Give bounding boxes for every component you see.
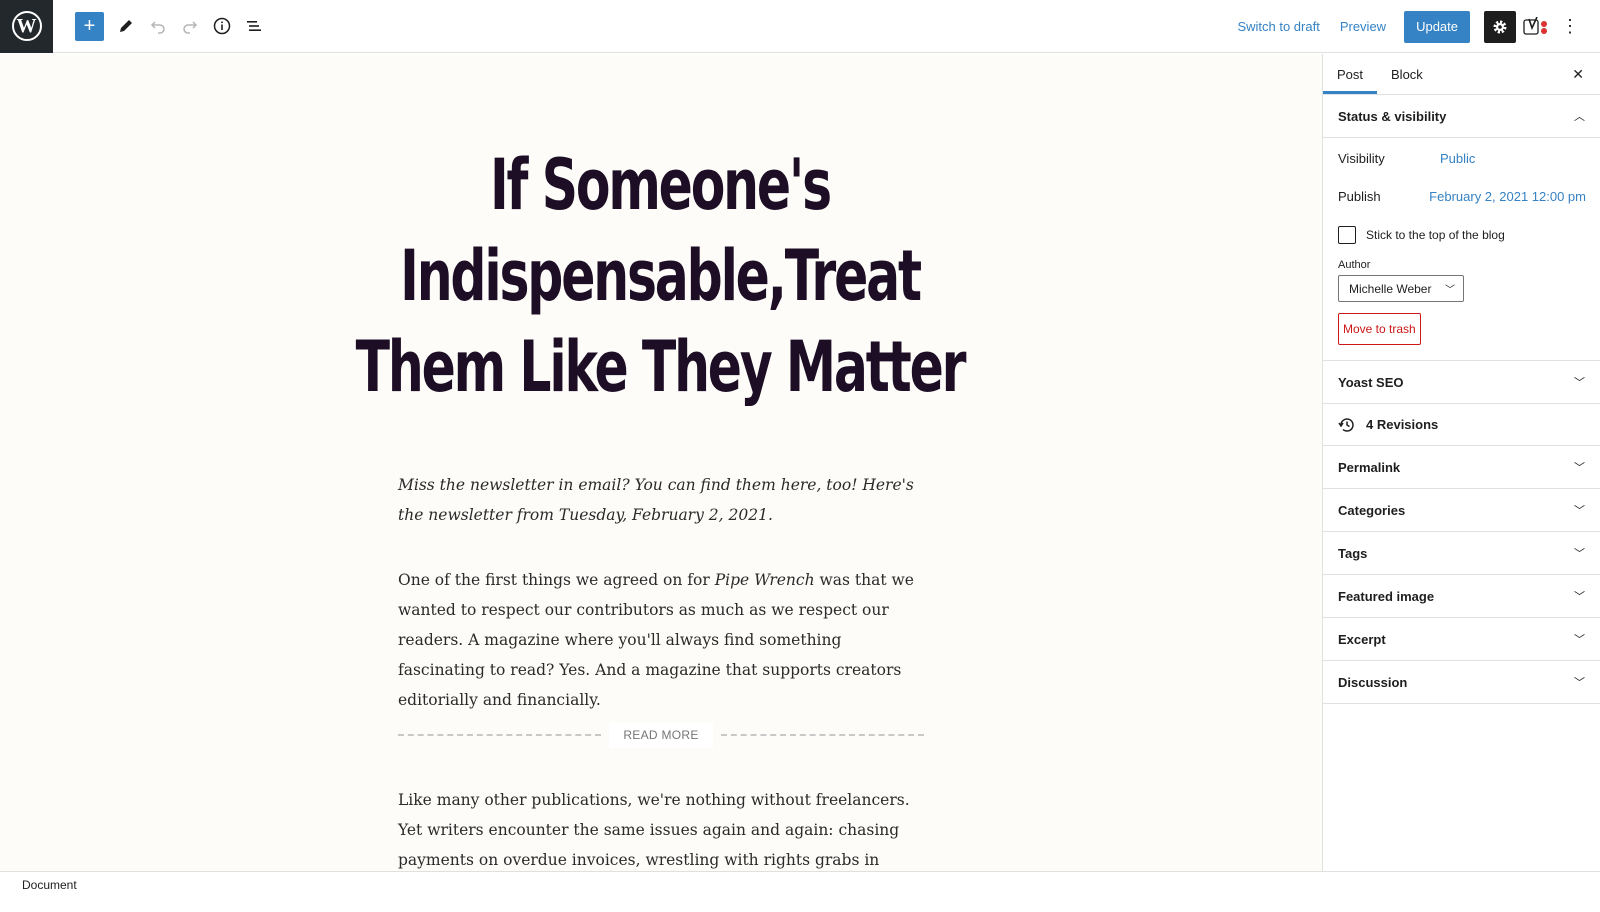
- publication-name: Pipe Wrench: [714, 571, 815, 589]
- publish-date[interactable]: February 2, 2021 12:00 pm: [1429, 189, 1586, 204]
- visibility-row: Visibility Public: [1338, 151, 1586, 166]
- paragraph-one-text: One of the first things we agreed on for: [398, 571, 715, 589]
- paragraph-one-text-end: was that we wanted to respect our contri…: [398, 571, 914, 709]
- sticky-checkbox[interactable]: [1338, 226, 1356, 244]
- undo-icon: [150, 21, 165, 34]
- sidebar-tabs: Post Block ✕: [1323, 54, 1600, 95]
- breadcrumb-document[interactable]: Document: [22, 878, 77, 892]
- paragraph-intro[interactable]: Miss the newsletter in email? You can fi…: [398, 470, 928, 530]
- status-visibility-panel: Visibility Public Publish February 2, 20…: [1323, 138, 1600, 361]
- undo-button[interactable]: [142, 10, 174, 42]
- options-button[interactable]: ⋮: [1554, 11, 1586, 43]
- discussion-panel-toggle[interactable]: Discussion ﹀: [1323, 661, 1600, 704]
- add-block-button[interactable]: +: [75, 11, 104, 41]
- permalink-panel-toggle[interactable]: Permalink ﹀: [1323, 446, 1600, 489]
- panel-title: Discussion: [1338, 674, 1408, 690]
- read-more-label[interactable]: READ MORE: [609, 722, 713, 748]
- wordpress-logo-icon: W: [11, 11, 42, 41]
- featured-image-panel-toggle[interactable]: Featured image ﹀: [1323, 575, 1600, 618]
- block-breadcrumb-bar: Document: [0, 871, 1600, 912]
- divider: [720, 734, 924, 736]
- history-icon: [1338, 417, 1354, 432]
- chevron-down-icon: ﹀: [1574, 677, 1585, 689]
- switch-to-draft-button[interactable]: Switch to draft: [1227, 19, 1329, 34]
- post-title[interactable]: If Someone's Indispensable,Treat Them Li…: [350, 140, 969, 413]
- details-button[interactable]: [206, 10, 238, 42]
- categories-panel-toggle[interactable]: Categories ﹀: [1323, 489, 1600, 532]
- panel-title: Categories: [1338, 502, 1406, 518]
- redo-button[interactable]: [174, 10, 206, 42]
- gear-icon: [1493, 20, 1507, 33]
- close-icon[interactable]: ✕: [1572, 66, 1584, 83]
- settings-button[interactable]: [1484, 10, 1516, 43]
- info-icon: [213, 17, 231, 35]
- revisions-link[interactable]: 4 Revisions: [1323, 404, 1600, 446]
- list-view-button[interactable]: [238, 10, 270, 42]
- panel-title: Excerpt: [1338, 631, 1386, 647]
- revisions-label: 4 Revisions: [1366, 417, 1439, 432]
- tags-panel-toggle[interactable]: Tags ﹀: [1323, 532, 1600, 575]
- chevron-up-icon: ︿: [1574, 111, 1585, 123]
- sticky-label[interactable]: Stick to the top of the blog: [1366, 228, 1505, 242]
- paragraph-one[interactable]: One of the first things we agreed on for…: [398, 565, 928, 715]
- excerpt-panel-toggle[interactable]: Excerpt ﹀: [1323, 618, 1600, 661]
- paragraph-two[interactable]: Like many other publications, we're noth…: [398, 785, 928, 871]
- toolbar-actions: Switch to draft Preview Update ⋮: [1227, 0, 1600, 53]
- tab-post[interactable]: Post: [1323, 54, 1378, 94]
- yoast-button[interactable]: [1520, 11, 1552, 43]
- yoast-seo-panel-toggle[interactable]: Yoast SEO ﹀: [1323, 361, 1600, 404]
- pencil-icon: [120, 20, 132, 32]
- chevron-down-icon: ﹀: [1574, 462, 1585, 474]
- panel-title: Featured image: [1338, 588, 1435, 604]
- editor-toolbar: W + Switch to draft Preview Update ⋮: [0, 0, 1600, 53]
- sticky-row: Stick to the top of the blog: [1338, 226, 1505, 244]
- move-to-trash-button[interactable]: Move to trash: [1338, 313, 1421, 345]
- panel-title: Yoast SEO: [1338, 374, 1404, 390]
- read-more-block[interactable]: READ MORE: [398, 720, 924, 750]
- publish-label: Publish: [1338, 189, 1381, 204]
- tools-button[interactable]: [110, 10, 142, 42]
- author-select[interactable]: Michelle Weber ﹀: [1338, 275, 1464, 302]
- status-visibility-panel-toggle[interactable]: Status & visibility ︿: [1323, 95, 1600, 138]
- update-button[interactable]: Update: [1404, 10, 1470, 43]
- publish-row: Publish February 2, 2021 12:00 pm: [1338, 189, 1586, 204]
- editor-canvas: If Someone's Indispensable,Treat Them Li…: [0, 54, 1322, 871]
- chevron-down-icon: ﹀: [1574, 591, 1585, 603]
- preview-button[interactable]: Preview: [1330, 19, 1396, 34]
- more-vertical-icon: ⋮: [1561, 16, 1579, 36]
- plus-icon: +: [83, 14, 96, 37]
- chevron-down-icon: ﹀: [1574, 377, 1585, 389]
- visibility-label: Visibility: [1338, 151, 1385, 166]
- author-value: Michelle Weber: [1349, 281, 1432, 296]
- chevron-down-icon: ﹀: [1574, 548, 1585, 560]
- divider: [398, 734, 602, 736]
- author-label: Author: [1338, 259, 1371, 271]
- panel-title: Permalink: [1338, 459, 1401, 475]
- settings-sidebar: Post Block ✕ Status & visibility ︿ Visib…: [1322, 54, 1600, 871]
- chevron-down-icon: ﹀: [1574, 634, 1585, 646]
- panel-title: Tags: [1338, 545, 1368, 561]
- visibility-value[interactable]: Public: [1440, 151, 1475, 166]
- redo-icon: [183, 21, 198, 34]
- list-view-icon: [247, 21, 261, 31]
- chevron-down-icon: ﹀: [1445, 285, 1455, 296]
- yoast-icon: [1523, 16, 1547, 35]
- wordpress-logo[interactable]: W: [0, 0, 53, 53]
- tab-block[interactable]: Block: [1377, 54, 1437, 94]
- chevron-down-icon: ﹀: [1574, 505, 1585, 517]
- panel-title: Status & visibility: [1338, 108, 1447, 124]
